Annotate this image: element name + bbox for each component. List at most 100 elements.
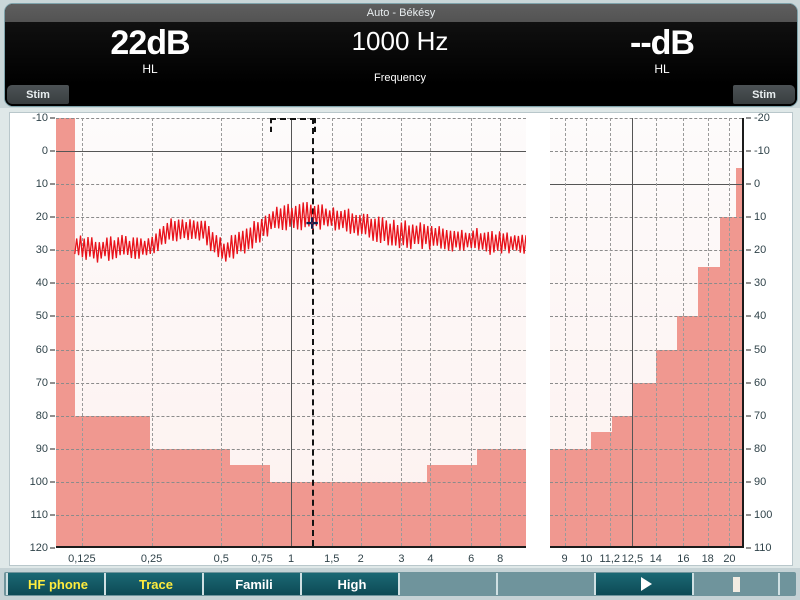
horizontal-gridline <box>550 184 742 186</box>
y-axis-tick-label: -10 <box>754 145 770 158</box>
y-axis-tick-label: 60 <box>754 376 767 389</box>
vertical-gridline <box>729 118 731 546</box>
vertical-gridline <box>632 118 634 546</box>
y-axis-tick-label: 70 <box>35 376 48 389</box>
y-axis-tick-mark <box>50 415 55 417</box>
toolbar-button-trace[interactable]: Trace <box>104 573 208 595</box>
horizontal-gridline <box>550 481 742 483</box>
x-axis-tick-label: 3 <box>398 553 405 565</box>
y-axis-tick-mark <box>50 117 55 119</box>
play-icon <box>640 577 652 591</box>
horizontal-gridline <box>550 514 742 516</box>
y-axis-tick-mark <box>50 183 55 185</box>
y-axis-tick-mark <box>746 481 751 483</box>
y-axis-tick-label: -10 <box>32 112 48 124</box>
max-output-region <box>698 266 720 546</box>
x-axis-tick-label: 8 <box>497 553 504 565</box>
header-panel: Auto - Békésy 22dB HL 1000 Hz Frequency … <box>0 0 800 108</box>
x-axis-tick-label: 9 <box>561 553 568 565</box>
bottom-toolbar: HF phone Trace Famili High <box>0 568 800 600</box>
y-axis-tick-mark <box>746 547 751 549</box>
y-axis-tick-mark <box>50 282 55 284</box>
y-axis-tick-label: 0 <box>754 178 761 191</box>
bekesy-trace <box>74 201 526 263</box>
y-axis-tick-mark <box>746 315 751 317</box>
y-axis-tick-mark <box>746 117 751 119</box>
toolbar-button-empty-5[interactable] <box>496 573 600 595</box>
toolbar-button-hf-phone[interactable]: HF phone <box>6 573 110 595</box>
y-axis-tick-mark <box>50 481 55 483</box>
x-axis-tick-label: 2 <box>357 553 364 565</box>
y-axis-tick-label: 50 <box>754 343 767 356</box>
y-axis-tick-mark <box>50 216 55 218</box>
y-axis-tick-label: 20 <box>35 211 48 224</box>
y-axis-tick-label: 10 <box>35 178 48 191</box>
y-axis-tick-mark <box>50 249 55 251</box>
horizontal-gridline <box>550 118 742 119</box>
y-axis-tick-mark <box>746 349 751 351</box>
high-frequency-chart[interactable]: 9 10 11,2 12,5 14 16 18 20 -20 -10 0 10 20 30 40 50 60 70… <box>540 112 792 565</box>
audiogram-panel: ✛ 0,125 0,25 0,5 0,75 1 1,5 2 3 4 6 8 -10 0 10 20 30 40 5… <box>9 112 793 566</box>
y-axis-tick-label: 80 <box>35 409 48 422</box>
y-axis-tick-mark <box>746 415 751 417</box>
horizontal-gridline <box>550 217 742 219</box>
horizontal-gridline <box>550 415 742 417</box>
standard-frequency-chart[interactable]: ✛ 0,125 0,25 0,5 0,75 1 1,5 2 3 4 6 8 -10 0 10 20 30 40 5… <box>10 112 530 565</box>
y-axis-tick-label: 120 <box>29 542 48 554</box>
toolbar-button-label: High <box>337 576 367 592</box>
y-axis-tick-label: 30 <box>35 244 48 257</box>
y-axis-tick-mark <box>746 282 751 284</box>
x-axis-tick-label: 0,125 <box>68 553 96 565</box>
x-axis-tick-label: 11,2 <box>599 553 620 565</box>
right-ear-unit-label: HL <box>654 62 670 76</box>
vertical-gridline <box>564 118 566 546</box>
high-frequency-plot-area[interactable] <box>550 118 744 548</box>
vertical-gridline <box>683 118 685 546</box>
horizontal-gridline <box>550 448 742 450</box>
y-axis-tick-label: 60 <box>35 343 48 356</box>
x-axis-tick-label: 14 <box>649 553 662 565</box>
toolbar-button-famili[interactable]: Famili <box>202 573 306 595</box>
y-axis-tick-mark <box>50 448 55 450</box>
left-ear-unit-label: HL <box>142 62 158 76</box>
horizontal-gridline <box>550 349 742 351</box>
level-cursor-crosshair[interactable]: ✛ <box>306 216 319 231</box>
y-axis-tick-mark <box>50 547 55 549</box>
vertical-gridline <box>609 118 611 546</box>
stim-button-left[interactable]: Stim <box>7 85 69 104</box>
x-axis-tick-label: 1 <box>287 553 295 565</box>
x-axis-tick-label: 18 <box>701 553 714 565</box>
y-axis-tick-label: 10 <box>754 211 767 224</box>
toolbar-play-button[interactable] <box>594 573 698 595</box>
y-axis-tick-label: 100 <box>29 475 48 488</box>
x-axis-tick-label: 6 <box>468 553 475 565</box>
max-output-region <box>570 448 591 546</box>
horizontal-gridline <box>550 151 742 153</box>
y-axis-tick-mark <box>50 382 55 384</box>
standard-frequency-plot-area[interactable]: ✛ <box>56 118 526 548</box>
left-ear-level-readout: 22dB <box>110 24 190 62</box>
vertical-gridline <box>707 118 709 546</box>
vertical-gridline <box>655 118 657 546</box>
y-axis-tick-label: 50 <box>35 310 48 323</box>
max-output-region <box>677 316 699 546</box>
toolbar-button-empty-4[interactable] <box>398 573 502 595</box>
toolbar-button-label: Famili <box>235 576 273 592</box>
y-axis-tick-mark <box>746 150 751 152</box>
max-output-region <box>550 448 571 546</box>
x-axis-tick-label: 0,5 <box>213 553 229 565</box>
x-axis-tick-label: 4 <box>427 553 434 565</box>
toolbar-pause-button[interactable] <box>692 573 780 595</box>
x-axis-tick-label: 16 <box>677 553 690 565</box>
y-axis-tick-label: 20 <box>754 244 767 257</box>
toolbar-button-label: HF phone <box>28 576 88 592</box>
y-axis-tick-label: 70 <box>754 409 767 422</box>
y-axis-tick-label: 110 <box>754 542 772 554</box>
y-axis-tick-mark <box>746 514 751 516</box>
y-axis-tick-mark <box>746 382 751 384</box>
y-axis-tick-mark <box>50 315 55 317</box>
y-axis-tick-label: 80 <box>754 442 767 455</box>
toolbar-button-high[interactable]: High <box>300 573 404 595</box>
pause-icon <box>732 576 740 592</box>
stim-button-right[interactable]: Stim <box>733 85 795 104</box>
